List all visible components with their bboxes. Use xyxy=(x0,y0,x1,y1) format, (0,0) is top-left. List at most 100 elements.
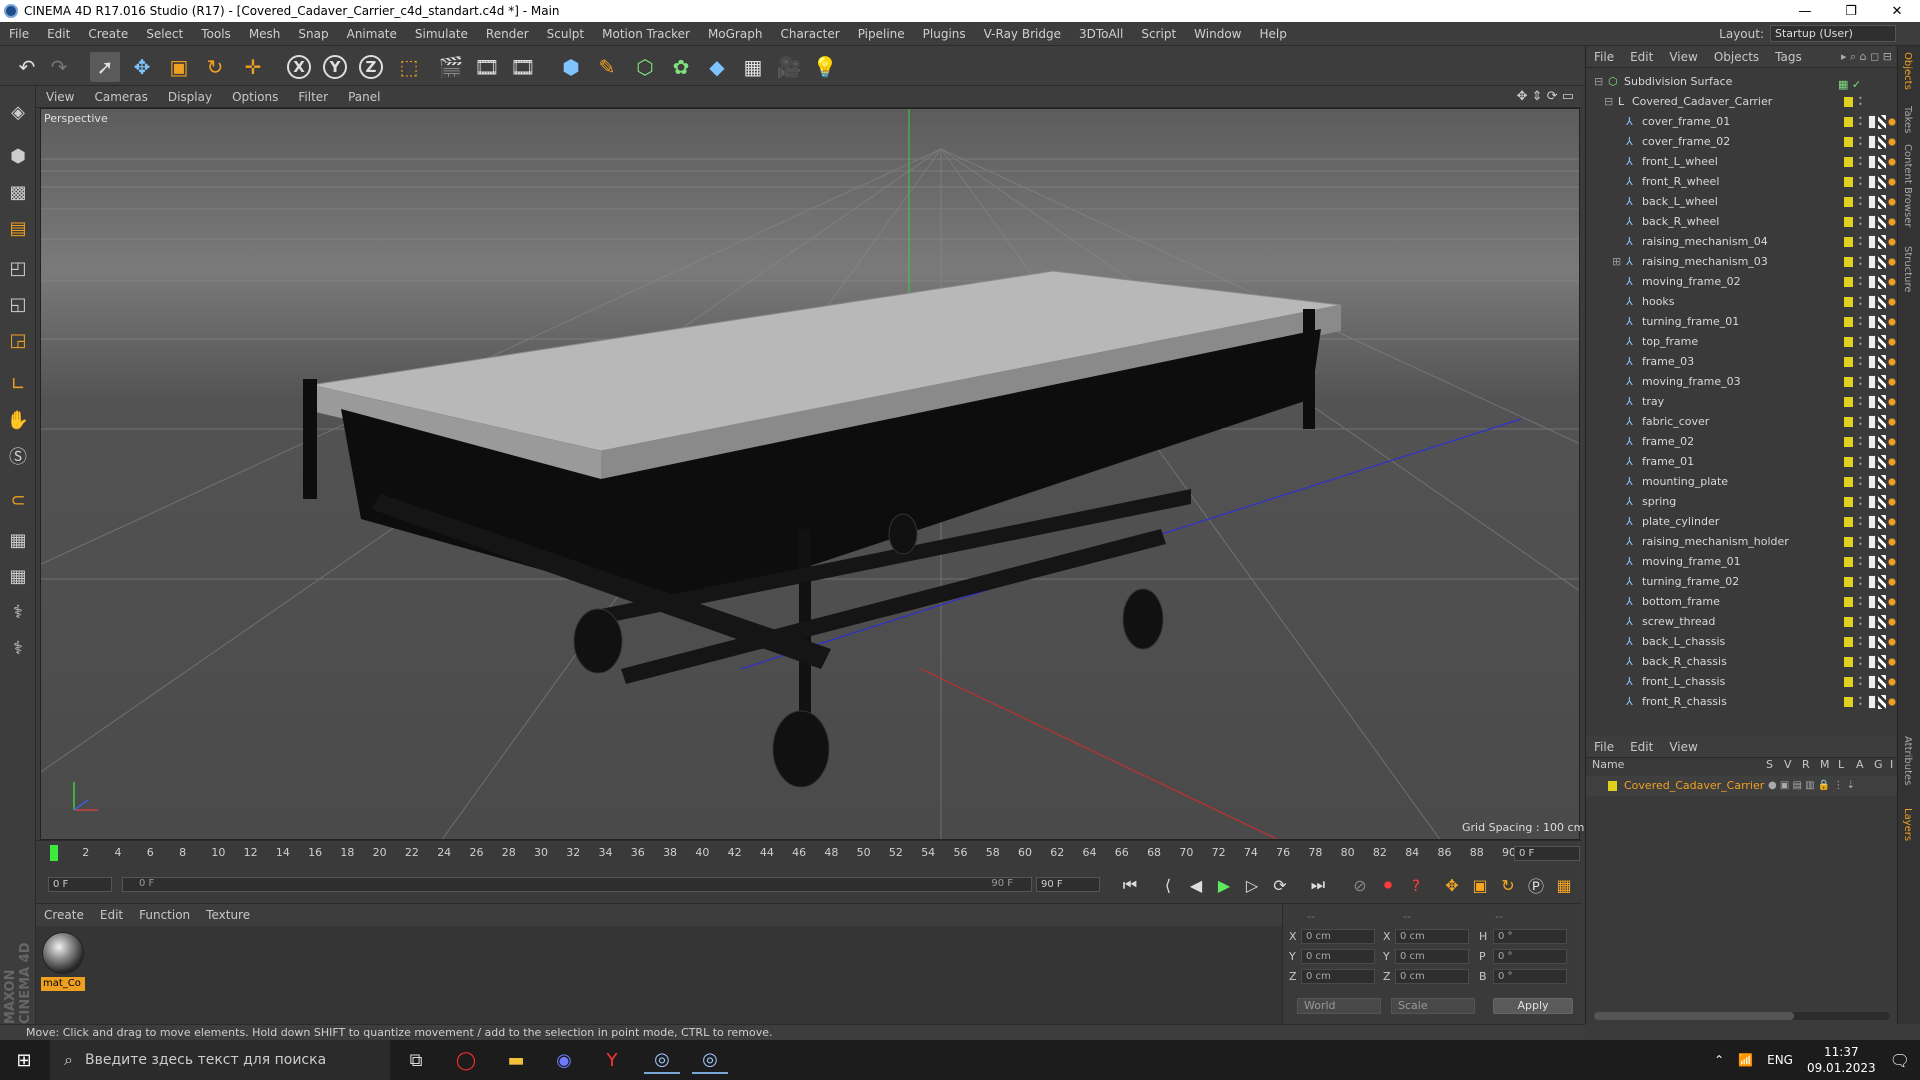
phong-tag-icon[interactable] xyxy=(1868,495,1876,509)
uvw-tag-icon[interactable] xyxy=(1888,255,1896,269)
visibility-dots-icon[interactable]: • • xyxy=(1858,315,1863,329)
size-x-field[interactable]: 0 cm xyxy=(1395,929,1469,944)
menu-character[interactable]: Character xyxy=(771,27,848,41)
tab-takes[interactable]: Takes xyxy=(1902,106,1913,133)
object-row[interactable]: ⅄ mounting_plate • • xyxy=(1586,472,1898,492)
object-row[interactable]: ⅄ moving_frame_02 • • xyxy=(1586,272,1898,292)
network-icon[interactable]: 📶 xyxy=(1738,1053,1753,1067)
material-tag-icon[interactable] xyxy=(1878,375,1886,389)
object-row[interactable]: ⅄ tray • • xyxy=(1586,392,1898,412)
render-picture-viewer-icon[interactable]: 🎞 xyxy=(472,52,502,82)
phong-tag-icon[interactable] xyxy=(1868,155,1876,169)
object-row[interactable]: ⅄ frame_03 • • xyxy=(1586,352,1898,372)
tweak-mode-icon[interactable]: ✋ xyxy=(4,406,32,434)
rot-p-field[interactable]: 0 ° xyxy=(1493,949,1567,964)
opera-browser-icon[interactable]: ◯ xyxy=(448,1046,484,1074)
material-tag-icon[interactable] xyxy=(1878,115,1886,129)
uvw-tag-icon[interactable] xyxy=(1888,175,1896,189)
object-row[interactable]: ⅄ cover_frame_02 • • xyxy=(1586,132,1898,152)
phong-tag-icon[interactable] xyxy=(1868,515,1876,529)
object-row[interactable]: ⅄ front_L_wheel • • xyxy=(1586,152,1898,172)
move-tool-icon[interactable]: ✥ xyxy=(127,52,157,82)
tray-expand-icon[interactable]: ⌃ xyxy=(1714,1053,1724,1067)
chat-app-icon[interactable]: ◉ xyxy=(546,1046,582,1074)
visibility-dots-icon[interactable]: • • xyxy=(1858,495,1863,509)
material-tag-icon[interactable] xyxy=(1878,355,1886,369)
uvw-tag-icon[interactable] xyxy=(1888,475,1896,489)
visibility-dots-icon[interactable]: • • xyxy=(1858,535,1863,549)
objects-menu-tags[interactable]: Tags xyxy=(1767,50,1810,64)
object-tags[interactable] xyxy=(1868,315,1898,329)
uvw-tag-icon[interactable] xyxy=(1888,595,1896,609)
redo-icon[interactable]: ↷ xyxy=(44,52,74,82)
material-tag-icon[interactable] xyxy=(1878,215,1886,229)
layer-toggle-icons[interactable]: ● ▣ ▤ ▥ 🔒 ⋮ ⇣ xyxy=(1768,776,1855,796)
object-tags[interactable] xyxy=(1868,515,1898,529)
python-script-icon[interactable]: ⚕ xyxy=(4,598,32,626)
material-tag-icon[interactable] xyxy=(1878,135,1886,149)
cadaver-carrier-model[interactable] xyxy=(303,270,1342,788)
object-row[interactable]: ⅄ turning_frame_02 • • xyxy=(1586,572,1898,592)
menu-file[interactable]: File xyxy=(0,27,38,41)
menu-render[interactable]: Render xyxy=(477,27,538,41)
visibility-dots-icon[interactable]: • • xyxy=(1858,375,1863,389)
material-tag-icon[interactable] xyxy=(1878,635,1886,649)
polygons-mode-icon[interactable]: ◲ xyxy=(4,326,32,354)
visibility-dots-icon[interactable]: • • xyxy=(1858,675,1863,689)
object-row[interactable]: ⅄ back_R_chassis • • xyxy=(1586,652,1898,672)
object-row[interactable]: ⅄ frame_01 • • xyxy=(1586,452,1898,472)
material-tag-icon[interactable] xyxy=(1878,675,1886,689)
menu-pipeline[interactable]: Pipeline xyxy=(849,27,914,41)
previous-key-icon[interactable]: ⟨ xyxy=(1156,873,1180,897)
uvw-tag-icon[interactable] xyxy=(1888,355,1896,369)
current-frame-field[interactable]: 0 F xyxy=(1514,846,1580,861)
layers-menu-edit[interactable]: Edit xyxy=(1622,740,1661,754)
visibility-dots-icon[interactable]: • • xyxy=(1858,295,1863,309)
size-mode-dropdown[interactable]: Scale xyxy=(1391,998,1475,1014)
object-row[interactable]: ⅄ back_R_wheel • • xyxy=(1586,212,1898,232)
phong-tag-icon[interactable] xyxy=(1868,555,1876,569)
uvw-tag-icon[interactable] xyxy=(1888,675,1896,689)
visibility-dots-icon[interactable]: • • xyxy=(1858,435,1863,449)
object-row[interactable]: ⅄ moving_frame_03 • • xyxy=(1586,372,1898,392)
object-row[interactable]: ⅄ spring • • xyxy=(1586,492,1898,512)
visibility-dots-icon[interactable]: • • xyxy=(1858,155,1863,169)
camera-object-icon[interactable]: 🎥 xyxy=(774,52,804,82)
phong-tag-icon[interactable] xyxy=(1868,235,1876,249)
menu-script[interactable]: Script xyxy=(1132,27,1185,41)
size-y-field[interactable]: 0 cm xyxy=(1395,949,1469,964)
material-tag-icon[interactable] xyxy=(1878,155,1886,169)
make-editable-icon[interactable]: ◈ xyxy=(4,98,32,126)
menu-sculpt[interactable]: Sculpt xyxy=(538,27,593,41)
material-menu-edit[interactable]: Edit xyxy=(92,908,131,922)
material-tag-icon[interactable] xyxy=(1878,255,1886,269)
object-tags[interactable] xyxy=(1868,415,1898,429)
object-row[interactable]: ⅄ top_frame • • xyxy=(1586,332,1898,352)
material-tag-icon[interactable] xyxy=(1878,395,1886,409)
layers-menu-view[interactable]: View xyxy=(1661,740,1705,754)
menu-plugins[interactable]: Plugins xyxy=(914,27,975,41)
material-tag-icon[interactable] xyxy=(1878,695,1886,709)
phong-tag-icon[interactable] xyxy=(1868,535,1876,549)
object-tags[interactable] xyxy=(1868,335,1898,349)
autokey-icon[interactable]: ? xyxy=(1404,873,1428,897)
uvw-tag-icon[interactable] xyxy=(1888,155,1896,169)
select-tool-icon[interactable]: ➚ xyxy=(90,52,120,82)
object-tags[interactable] xyxy=(1868,675,1898,689)
key-pla-icon[interactable]: ▦ xyxy=(1552,873,1576,897)
material-tag-icon[interactable] xyxy=(1878,315,1886,329)
expand-icon[interactable]: ⊟ xyxy=(1604,92,1613,112)
menu-snap[interactable]: Snap xyxy=(289,27,337,41)
phong-tag-icon[interactable] xyxy=(1868,295,1876,309)
object-row[interactable]: ⅄ front_R_chassis • • xyxy=(1586,692,1898,712)
object-tags[interactable] xyxy=(1868,395,1898,409)
visibility-dots-icon[interactable]: • • xyxy=(1858,135,1863,149)
phong-tag-icon[interactable] xyxy=(1868,635,1876,649)
axis-mode-icon[interactable]: ∟ xyxy=(4,370,32,398)
go-to-end-icon[interactable]: ⏭ xyxy=(1306,873,1330,897)
uvw-tag-icon[interactable] xyxy=(1888,495,1896,509)
material-tag-icon[interactable] xyxy=(1878,475,1886,489)
3d-viewport[interactable] xyxy=(40,108,1580,840)
object-row[interactable]: ⅄ screw_thread • • xyxy=(1586,612,1898,632)
magnet-icon[interactable]: ⊂ xyxy=(4,486,32,514)
